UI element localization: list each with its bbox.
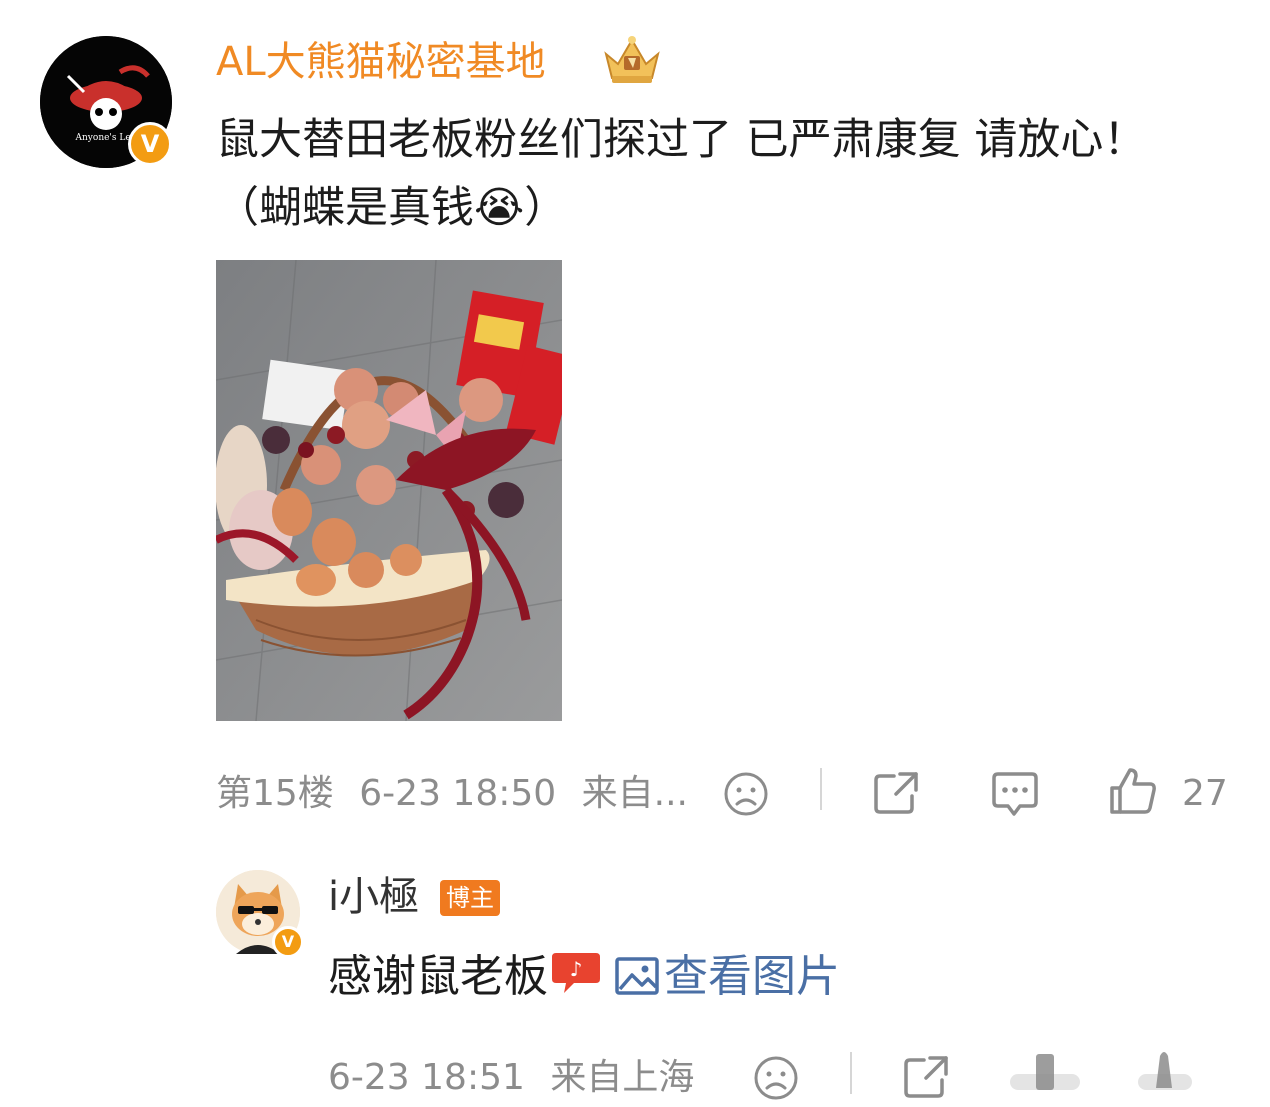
reply-share-icon[interactable] bbox=[902, 1054, 950, 1104]
thumb-up-icon[interactable] bbox=[1108, 766, 1158, 820]
share-icon[interactable] bbox=[872, 770, 920, 820]
divider bbox=[850, 1052, 852, 1094]
comment-username[interactable]: AL大熊猫秘密基地 bbox=[216, 38, 546, 86]
reply-text: 感谢鼠老板 bbox=[328, 951, 548, 1002]
comment-floor: 第15楼 bbox=[216, 773, 334, 814]
view-image-label: 查看图片 bbox=[664, 951, 840, 1002]
reply-username[interactable]: i小極 bbox=[328, 872, 419, 922]
view-image-link[interactable]: 查看图片 bbox=[614, 951, 840, 1002]
sticker-icon: ♪ bbox=[550, 948, 602, 1014]
avatar[interactable]: Anyone's Leg V bbox=[40, 36, 172, 168]
image-icon bbox=[614, 950, 660, 1016]
reply-verified-badge: V bbox=[272, 926, 304, 958]
crown-icon[interactable] bbox=[600, 34, 664, 86]
reply-source: 来自上海 bbox=[550, 1057, 695, 1098]
comment-icon[interactable] bbox=[990, 770, 1040, 822]
reply-time: 6-23 18:51 bbox=[328, 1057, 525, 1098]
reply-text-row: 感谢鼠老板 ♪ 查看图片 bbox=[328, 944, 840, 1016]
reply-like-icon[interactable] bbox=[1138, 1046, 1192, 1100]
author-badge: 博主 bbox=[440, 880, 500, 916]
reply-sad-face-icon[interactable] bbox=[752, 1054, 800, 1106]
reply-avatar[interactable]: V bbox=[216, 870, 304, 958]
svg-text:♪: ♪ bbox=[570, 957, 583, 981]
comment-source: 来自... bbox=[581, 773, 688, 814]
like-count: 27 bbox=[1182, 773, 1228, 814]
comment-time: 6-23 18:50 bbox=[359, 773, 557, 814]
verified-badge: V bbox=[128, 122, 172, 166]
comment-text: 鼠大替田老板粉丝们探过了 已严肃康复 请放心！（蝴蝶是真钱😭） bbox=[216, 115, 1147, 233]
divider bbox=[820, 768, 822, 810]
sad-face-icon[interactable] bbox=[722, 770, 770, 822]
comment-image[interactable] bbox=[216, 260, 562, 721]
reply-comment-icon[interactable] bbox=[1010, 1050, 1080, 1100]
